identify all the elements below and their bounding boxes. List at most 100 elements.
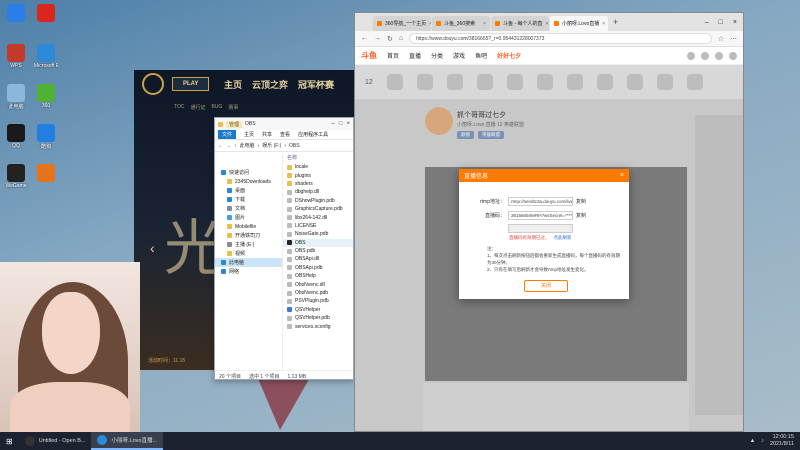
tool-icon[interactable] <box>626 74 643 90</box>
file-row[interactable]: plugins <box>283 171 353 179</box>
file-row[interactable]: LICENSE <box>283 222 353 230</box>
clock[interactable]: 12:00:15 2021/8/11 <box>770 434 794 448</box>
ribbon-tab-file[interactable]: 文件 <box>218 130 237 139</box>
nav-item[interactable]: 开通铁司刀 <box>215 231 282 240</box>
ribbon-tab-apptools[interactable]: 应用程序工具 <box>298 131 328 138</box>
forward-arrow-icon[interactable]: → <box>226 143 231 149</box>
file-explorer-window[interactable]: 管理 OBS – □ × 文件 主页 共享 查看 应用程序工具 ← → ↑ 此电… <box>214 117 354 380</box>
nav-item[interactable]: 2345Downloads <box>215 177 282 186</box>
desktop-shortcut[interactable]: WPS <box>4 44 28 69</box>
close-icon[interactable]: × <box>733 19 737 26</box>
nav-item[interactable]: 桌面 <box>215 186 282 195</box>
file-row[interactable]: QSVHelper <box>283 306 353 314</box>
site-nav-live[interactable]: 直播 <box>409 51 421 60</box>
message-icon[interactable] <box>701 51 709 60</box>
file-row[interactable]: DShowPlugin.pdb <box>283 197 353 205</box>
refresh-link[interactable]: 点此刷新 <box>554 235 572 240</box>
ribbon-tab-share[interactable]: 共享 <box>262 131 272 138</box>
desktop-shortcut[interactable] <box>4 4 28 23</box>
stream-info-dialog[interactable]: 直播信息 × rtmp地址： rtmp://sendtc3a.douyu.com… <box>459 169 629 299</box>
file-row[interactable]: services.xconfig <box>283 322 353 330</box>
breadcrumb-drive[interactable]: 娱乐 (F:) <box>262 142 281 149</box>
site-nav-category[interactable]: 分类 <box>431 51 443 60</box>
close-icon[interactable]: × <box>346 121 350 127</box>
chevron-left-icon[interactable]: ‹ <box>150 240 155 256</box>
file-row[interactable]: GraphicsCapture.pdb <box>283 205 353 213</box>
desktop-shortcut[interactable]: WeGame <box>4 164 28 189</box>
file-row[interactable]: OBS.pdb <box>283 247 353 255</box>
back-arrow-icon[interactable]: ← <box>218 143 223 149</box>
star-icon[interactable]: ☆ <box>718 35 724 43</box>
anchor-tag[interactable]: 英雄联盟 <box>478 131 504 139</box>
ribbon-tab-view[interactable]: 查看 <box>280 131 290 138</box>
address-bar[interactable]: ← → ↑ 此电脑 › 娱乐 (F:) › OBS <box>215 140 353 152</box>
more-icon[interactable]: ⋯ <box>730 35 737 43</box>
file-row[interactable]: dbghelp.dll <box>283 188 353 196</box>
taskbar-app[interactable]: 小丽呀.Lovo直播... <box>91 432 164 450</box>
network-icon[interactable]: ▲ <box>750 438 755 444</box>
file-row[interactable]: shaders <box>283 180 353 188</box>
history-icon[interactable] <box>687 51 695 60</box>
site-nav-home[interactable]: 首页 <box>387 51 399 60</box>
nav-item[interactable]: 快速访问 <box>215 168 282 177</box>
file-row[interactable]: ObsNvenc.pdb <box>283 289 353 297</box>
forward-arrow-icon[interactable]: → <box>374 35 381 42</box>
nav-item[interactable]: 文档 <box>215 204 282 213</box>
rtmp-field[interactable]: rtmp://sendtc3a.douyu.com/live <box>508 197 573 206</box>
tool-icon[interactable] <box>656 74 673 90</box>
new-tab-button[interactable]: + <box>609 17 622 27</box>
site-nav-fishbar[interactable]: 鱼吧 <box>475 51 487 60</box>
close-tab-icon[interactable]: × <box>429 21 431 27</box>
extra-field[interactable] <box>508 224 573 233</box>
nav-item[interactable]: Mobilefile <box>215 222 282 231</box>
douyu-logo[interactable]: 斗鱼 <box>361 50 377 61</box>
desktop-shortcut[interactable]: 此电脑 <box>4 84 28 110</box>
tool-icon[interactable] <box>386 74 403 90</box>
anchor-tag[interactable]: 颜值 <box>457 131 474 139</box>
close-tab-icon[interactable]: × <box>545 21 548 27</box>
desktop-shortcut[interactable] <box>34 4 58 23</box>
desktop-shortcut[interactable]: 360 <box>34 84 58 109</box>
tool-icon[interactable] <box>686 74 703 90</box>
subnav-item[interactable]: 赛事 <box>228 104 238 111</box>
tool-icon[interactable] <box>446 74 463 90</box>
taskbar-app[interactable]: Untitled - Open B... <box>19 432 92 450</box>
maximize-icon[interactable]: □ <box>719 19 723 26</box>
back-arrow-icon[interactable]: ← <box>361 35 368 42</box>
site-nav-qixi[interactable]: 好好七夕 <box>497 51 521 60</box>
close-tab-icon[interactable]: × <box>483 21 486 27</box>
file-row[interactable]: OBSApi.dll <box>283 255 353 263</box>
minimize-icon[interactable]: – <box>705 19 709 26</box>
avatar[interactable] <box>729 51 737 60</box>
file-row[interactable]: OBS <box>283 238 353 247</box>
game-nav-tft[interactable]: 云顶之弈 <box>252 78 288 91</box>
desktop-shortcut[interactable] <box>34 164 58 183</box>
refresh-icon[interactable]: ↻ <box>387 35 393 43</box>
breadcrumb-pc[interactable]: 此电脑 <box>240 142 255 149</box>
file-row[interactable]: QSVHelper.pdb <box>283 314 353 322</box>
nav-item[interactable]: 主播 (E:) <box>215 240 282 249</box>
file-row[interactable]: NoiseGate.pdb <box>283 230 353 238</box>
ribbon-tab-home[interactable]: 主页 <box>244 131 254 138</box>
file-row[interactable]: PSVPlugin.pdb <box>283 297 353 305</box>
close-button[interactable]: 关闭 <box>524 280 568 292</box>
game-nav-home[interactable]: 主页 <box>224 78 242 91</box>
game-nav-cup[interactable]: 冠军杯赛 <box>298 78 334 91</box>
tool-icon[interactable] <box>536 74 553 90</box>
file-row[interactable]: libx264-142.dll <box>283 213 353 221</box>
volume-icon[interactable]: ♪ <box>761 438 764 444</box>
desktop-shortcut[interactable]: 酷狗 <box>34 124 58 150</box>
column-header-name[interactable]: 名称 <box>283 154 353 163</box>
anchor-avatar[interactable] <box>425 107 453 135</box>
site-nav-games[interactable]: 游戏 <box>453 51 465 60</box>
manage-tab[interactable]: 管理 <box>226 120 243 128</box>
subnav-item[interactable]: 通行证 <box>190 104 205 111</box>
file-row[interactable]: OBSApi.pdb <box>283 264 353 272</box>
close-icon[interactable]: × <box>620 172 624 179</box>
tool-icon[interactable] <box>596 74 613 90</box>
browser-tab[interactable]: 小丽呀.Lovo直播 × <box>550 16 608 31</box>
browser-tab[interactable]: 360导航_一个主页× <box>373 16 431 31</box>
desktop-shortcut[interactable]: QQ <box>4 124 28 149</box>
tool-icon[interactable] <box>476 74 493 90</box>
nav-item[interactable]: 网络 <box>215 267 282 276</box>
